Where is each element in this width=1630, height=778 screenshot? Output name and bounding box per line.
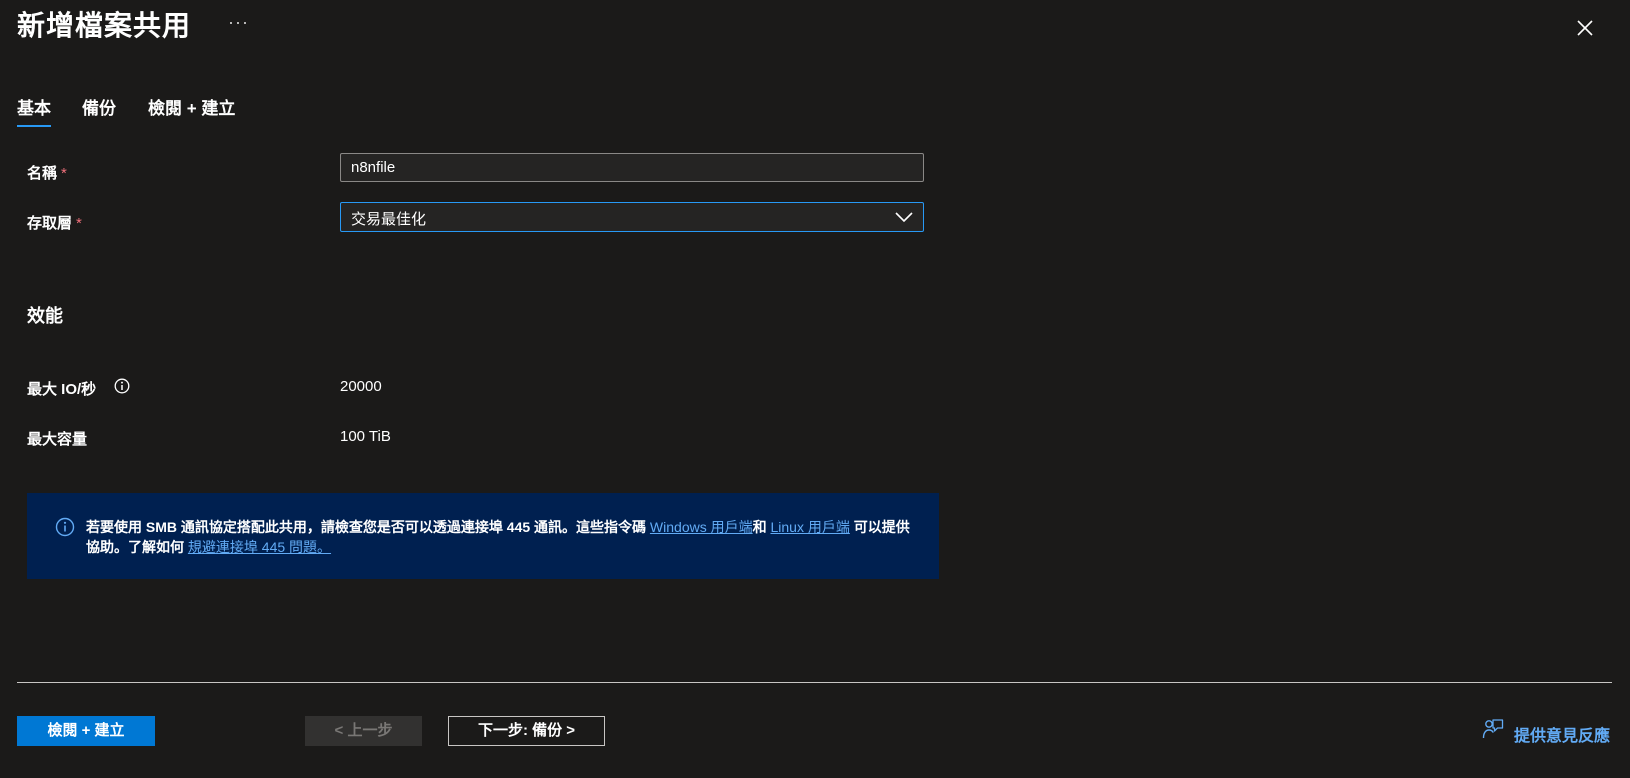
next-backup-button[interactable]: 下一步: 備份 > bbox=[448, 716, 605, 746]
max-iops-value: 20000 bbox=[340, 378, 382, 395]
windows-client-link[interactable]: Windows 用戶端 bbox=[650, 519, 753, 535]
more-options-icon[interactable]: ··· bbox=[228, 12, 249, 33]
info-icon[interactable] bbox=[114, 378, 130, 394]
tab-review-create[interactable]: 檢閱 + 建立 bbox=[148, 94, 235, 119]
page-title: 新增檔案共用 bbox=[17, 10, 192, 41]
access-tier-label-text: 存取層 bbox=[27, 215, 73, 232]
max-capacity-label: 最大容量 bbox=[27, 431, 88, 448]
banner-text-part: 和 bbox=[752, 519, 771, 535]
required-mark: * bbox=[76, 215, 82, 232]
performance-section-title: 效能 bbox=[27, 306, 63, 326]
banner-message: 若要使用 SMB 通訊協定搭配此共用，請檢查您是否可以透過連接埠 445 通訊。… bbox=[86, 517, 916, 557]
linux-client-link[interactable]: Linux 用戶端 bbox=[771, 519, 850, 535]
feedback-icon bbox=[1482, 719, 1504, 739]
feedback-label: 提供意見反應 bbox=[1514, 728, 1611, 745]
close-icon[interactable] bbox=[1572, 15, 1598, 41]
name-label: 名稱 * bbox=[27, 162, 67, 183]
access-tier-dropdown[interactable]: 交易最佳化 bbox=[340, 202, 924, 232]
tab-backup[interactable]: 備份 bbox=[82, 94, 116, 119]
footer-divider bbox=[17, 682, 1612, 683]
troubleshoot-port-445-link[interactable]: 規避連接埠 445 問題。 bbox=[188, 539, 331, 555]
info-icon bbox=[55, 517, 75, 537]
max-iops-label: 最大 IO/秒 bbox=[27, 381, 97, 398]
name-input[interactable] bbox=[340, 153, 924, 182]
required-mark: * bbox=[61, 165, 67, 182]
review-create-button[interactable]: 檢閱 + 建立 bbox=[17, 716, 155, 746]
access-tier-selected-value: 交易最佳化 bbox=[351, 211, 427, 228]
smb-info-banner: 若要使用 SMB 通訊協定搭配此共用，請檢查您是否可以透過連接埠 445 通訊。… bbox=[27, 493, 939, 579]
tab-basics[interactable]: 基本 bbox=[17, 94, 51, 127]
previous-button[interactable]: < 上一步 bbox=[305, 716, 422, 746]
max-capacity-value: 100 TiB bbox=[340, 428, 391, 445]
access-tier-label: 存取層 * bbox=[27, 212, 82, 233]
create-file-share-pane: 新增檔案共用 ··· 基本 備份 檢閱 + 建立 名稱* 存取層* 交易最佳化 … bbox=[0, 0, 1630, 778]
banner-text-part: 若要使用 SMB 通訊協定搭配此共用，請檢查您是否可以透過連接埠 445 通訊。… bbox=[86, 519, 650, 535]
chevron-down-icon bbox=[895, 212, 913, 223]
name-label-text: 名稱 bbox=[27, 165, 58, 182]
